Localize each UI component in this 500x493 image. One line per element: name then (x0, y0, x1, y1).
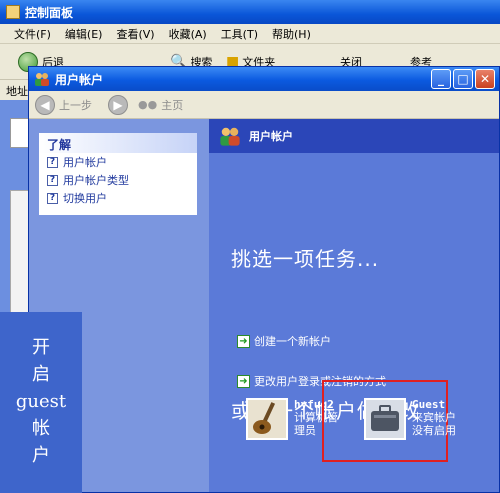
learn-item-account-types[interactable]: ? 用户帐户类型 (39, 171, 197, 189)
forward-arrow-icon[interactable]: ▶ (108, 94, 128, 115)
account-role-line: 没有启用 (412, 424, 456, 437)
control-panel-titlebar: 控制面板 (0, 0, 500, 24)
maximize-button[interactable]: □ (453, 69, 473, 89)
help-icon: ? (47, 174, 58, 186)
menu-favorites[interactable]: 收藏(A) (169, 26, 207, 42)
annotation-line: 开 (32, 337, 50, 358)
home-icon[interactable]: ●● (138, 98, 157, 111)
account-guest-info: Guest 来宾帐户 没有启用 (412, 398, 456, 437)
learn-item-label: 用户帐户 (63, 156, 107, 169)
menu-help[interactable]: 帮助(H) (272, 26, 311, 42)
menu-bar: 文件(F) 编辑(E) 查看(V) 收藏(A) 工具(T) 帮助(H) (0, 24, 500, 44)
account-guest[interactable]: Guest 来宾帐户 没有启用 (364, 398, 456, 440)
annotation-overlay: 开 启 guest 帐 户 (0, 312, 82, 493)
arrow-right-icon: ➜ (237, 334, 250, 348)
back-arrow-icon[interactable]: ◀ (35, 94, 55, 115)
learn-item-label: 切换用户 (63, 192, 107, 205)
back-button[interactable]: 上一步 (59, 97, 92, 113)
minimize-button[interactable]: _ (431, 69, 451, 89)
account-role-line: 来宾帐户 (412, 411, 456, 424)
arrow-right-icon: ➜ (237, 374, 250, 388)
suitcase-avatar-icon (364, 398, 406, 440)
learn-item-user-accounts[interactable]: ? 用户帐户 (39, 153, 197, 171)
navigation-bar: ◀ 上一步 ▶ ●● 主页 (29, 91, 499, 119)
learn-box: 了解 ? 用户帐户 ? 用户帐户类型 ? 切换用户 (39, 133, 197, 215)
annotation-line: guest (15, 391, 67, 412)
learn-heading: 了解 (39, 133, 197, 153)
menu-view[interactable]: 查看(V) (116, 26, 154, 42)
task-create-label: 创建一个新帐户 (254, 335, 331, 348)
users-icon (219, 125, 241, 147)
right-pane-header: 用户帐户 (209, 119, 499, 153)
account-name: Guest (412, 398, 446, 411)
guitar-avatar-icon (246, 398, 288, 440)
home-button[interactable]: 主页 (161, 97, 183, 113)
annotation-line: 户 (32, 445, 50, 466)
help-icon: ? (47, 156, 58, 168)
menu-edit[interactable]: 编辑(E) (65, 26, 103, 42)
annotation-line: 启 (32, 364, 50, 385)
annotation-text: 开 启 guest 帐 户 (0, 334, 82, 469)
window-title: 用户帐户 (55, 72, 104, 87)
menu-tools[interactable]: 工具(T) (221, 26, 258, 42)
learn-item-label: 用户帐户类型 (63, 174, 129, 187)
task-create-account[interactable]: ➜ 创建一个新帐户 (237, 333, 331, 349)
user-accounts-titlebar[interactable]: 用户帐户 _ □ ✕ (29, 67, 499, 91)
right-pane-title: 用户帐户 (249, 130, 293, 143)
users-icon (34, 71, 50, 87)
annotation-line: 帐 (32, 418, 50, 439)
control-panel-icon (6, 5, 20, 19)
learn-item-switch-user[interactable]: ? 切换用户 (39, 189, 197, 207)
menu-file[interactable]: 文件(F) (14, 26, 51, 42)
side-panel-box (10, 190, 30, 330)
help-icon: ? (47, 192, 58, 204)
task-heading: 挑选一项任务... (231, 247, 380, 271)
control-panel-title: 控制面板 (25, 5, 74, 20)
close-button[interactable]: ✕ (475, 69, 495, 89)
checkbox-icon (10, 118, 30, 148)
